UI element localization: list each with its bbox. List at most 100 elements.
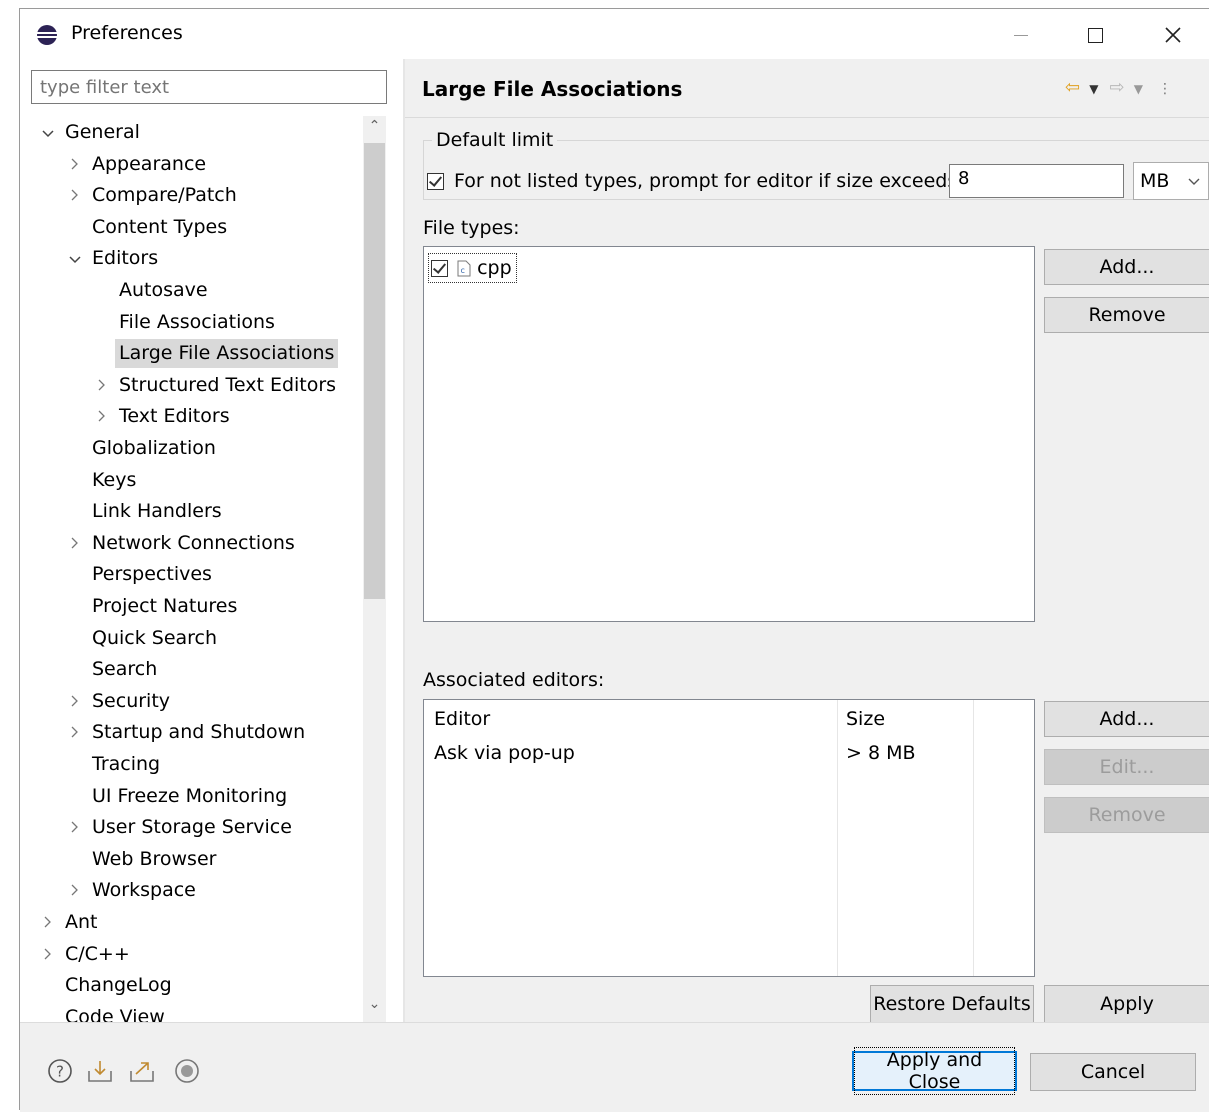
chevron-right-icon[interactable]: [66, 181, 84, 210]
tree-item[interactable]: Appearance: [71, 150, 206, 179]
tree-item[interactable]: Link Handlers: [92, 497, 222, 526]
chevron-down-icon[interactable]: [39, 118, 57, 147]
export-icon[interactable]: [128, 1058, 156, 1084]
scroll-up-icon[interactable]: ⌃: [363, 118, 386, 140]
forward-arrow-icon[interactable]: ⇨: [1110, 77, 1125, 98]
size-cell: > 8 MB: [846, 742, 916, 764]
tree-item[interactable]: Large File Associations: [115, 339, 339, 368]
tree-item[interactable]: Project Natures: [92, 592, 237, 621]
svg-text:c: c: [461, 266, 465, 275]
tree-item-label: Tracing: [92, 753, 161, 775]
scroll-down-icon[interactable]: ⌄: [363, 996, 386, 1018]
record-icon[interactable]: [174, 1058, 200, 1084]
tree-item-label: Project Natures: [92, 595, 238, 617]
tree-item[interactable]: Search: [92, 655, 157, 684]
maximize-icon: [1087, 27, 1103, 43]
maximize-button[interactable]: [1070, 17, 1120, 53]
tree-item[interactable]: Web Browser: [92, 845, 216, 874]
list-item[interactable]: c cpp: [428, 253, 517, 283]
restore-defaults-button[interactable]: Restore Defaults: [870, 985, 1034, 1023]
size-unit-select[interactable]: MB: [1133, 162, 1209, 200]
chevron-right-icon[interactable]: [66, 687, 84, 716]
tree-item[interactable]: User Storage Service: [71, 813, 292, 842]
chevron-right-icon[interactable]: [66, 718, 84, 747]
view-menu-icon[interactable]: ⋮: [1158, 81, 1172, 97]
tree-item-label: Editors: [92, 247, 159, 269]
tree-item-label: ChangeLog: [65, 974, 172, 996]
tree-item[interactable]: Workspace: [71, 876, 196, 905]
tree-item-label: Security: [92, 690, 171, 712]
tree-item[interactable]: ChangeLog: [65, 971, 172, 1000]
tree-item[interactable]: Network Connections: [71, 529, 295, 558]
file-type-name: cpp: [477, 257, 512, 279]
tree-item[interactable]: Globalization: [92, 434, 216, 463]
checkbox-checked-icon[interactable]: [427, 173, 444, 190]
apply-and-close-label: Apply and Close: [854, 1047, 1015, 1095]
table-row[interactable]: Ask via pop-up > 8 MB: [424, 736, 1034, 766]
chevron-right-icon[interactable]: [66, 813, 84, 842]
column-header-size[interactable]: Size: [846, 708, 885, 730]
tree-item[interactable]: C/C++: [44, 940, 130, 969]
tree-item[interactable]: Security: [71, 687, 171, 716]
chevron-right-icon[interactable]: [93, 402, 111, 431]
associated-editors-table[interactable]: Editor Size Ask via pop-up > 8 MB: [423, 699, 1035, 977]
scrollbar-thumb[interactable]: [364, 143, 385, 599]
tree-item[interactable]: Quick Search: [92, 624, 217, 653]
back-arrow-icon[interactable]: ⇦: [1065, 77, 1080, 98]
size-limit-input[interactable]: 8: [949, 164, 1124, 198]
eclipse-logo-icon: [36, 25, 58, 45]
prompt-limit-checkbox[interactable]: For not listed types, prompt for editor …: [427, 170, 964, 192]
tree-item-label: User Storage Service: [92, 816, 292, 838]
chevron-right-icon[interactable]: [66, 150, 84, 179]
add-file-type-button[interactable]: Add...: [1044, 249, 1209, 285]
checkbox-checked-icon[interactable]: [431, 260, 448, 277]
tree-item[interactable]: Keys: [92, 466, 136, 495]
tree-item[interactable]: Compare/Patch: [71, 181, 237, 210]
chevron-right-icon[interactable]: [66, 529, 84, 558]
remove-editor-button[interactable]: Remove: [1044, 797, 1209, 833]
chevron-down-icon[interactable]: [66, 244, 84, 273]
tree-item-label: Ant: [65, 911, 98, 933]
tree-item[interactable]: UI Freeze Monitoring: [92, 782, 287, 811]
filter-input[interactable]: [31, 70, 387, 104]
default-limit-legend: Default limit: [432, 129, 558, 151]
edit-editor-button[interactable]: Edit...: [1044, 749, 1209, 785]
close-window-button[interactable]: [1148, 17, 1198, 53]
chevron-right-icon[interactable]: [39, 908, 57, 937]
import-icon[interactable]: [86, 1058, 114, 1084]
tree-item-label: Workspace: [92, 879, 196, 901]
tree-item[interactable]: General: [42, 118, 140, 147]
chevron-right-icon[interactable]: [93, 371, 111, 400]
tree-scrollbar[interactable]: ⌃ ⌄: [363, 116, 386, 1022]
minimize-button[interactable]: [996, 17, 1046, 53]
remove-file-type-button[interactable]: Remove: [1044, 297, 1209, 333]
file-types-list[interactable]: c cpp: [423, 246, 1035, 622]
tree-item[interactable]: Autosave: [119, 276, 208, 305]
tree-item[interactable]: Tracing: [92, 750, 160, 779]
back-dropdown-icon[interactable]: ▼: [1089, 82, 1098, 96]
tree-item[interactable]: Text Editors: [98, 402, 230, 431]
tree-item[interactable]: Startup and Shutdown: [71, 718, 305, 747]
column-header-editor[interactable]: Editor: [434, 708, 490, 730]
tree-item-label: General: [65, 121, 140, 143]
tree-item[interactable]: Editors: [69, 244, 159, 273]
tree-item[interactable]: Perspectives: [92, 560, 212, 589]
chevron-right-icon[interactable]: [66, 876, 84, 905]
tree-item-label: Text Editors: [119, 405, 230, 427]
preferences-tree: General Appearance Compare/Patch Content Ty…: [20, 116, 363, 1022]
help-icon[interactable]: ?: [47, 1058, 73, 1084]
apply-button[interactable]: Apply: [1044, 985, 1209, 1023]
cancel-button[interactable]: Cancel: [1030, 1053, 1196, 1091]
preferences-tree-pane: General Appearance Compare/Patch Content Ty…: [20, 59, 403, 1022]
tree-item-label: Content Types: [92, 216, 228, 238]
tree-item-label: Web Browser: [92, 848, 217, 870]
tree-item[interactable]: Code View: [65, 1003, 165, 1022]
apply-and-close-button[interactable]: Apply and Close: [852, 1047, 1017, 1095]
chevron-right-icon[interactable]: [39, 940, 57, 969]
forward-dropdown-icon[interactable]: ▼: [1134, 82, 1143, 96]
tree-item[interactable]: File Associations: [119, 308, 275, 337]
add-editor-button[interactable]: Add...: [1044, 701, 1209, 737]
tree-item[interactable]: Content Types: [92, 213, 227, 242]
tree-item[interactable]: Structured Text Editors: [98, 371, 336, 400]
tree-item[interactable]: Ant: [44, 908, 98, 937]
